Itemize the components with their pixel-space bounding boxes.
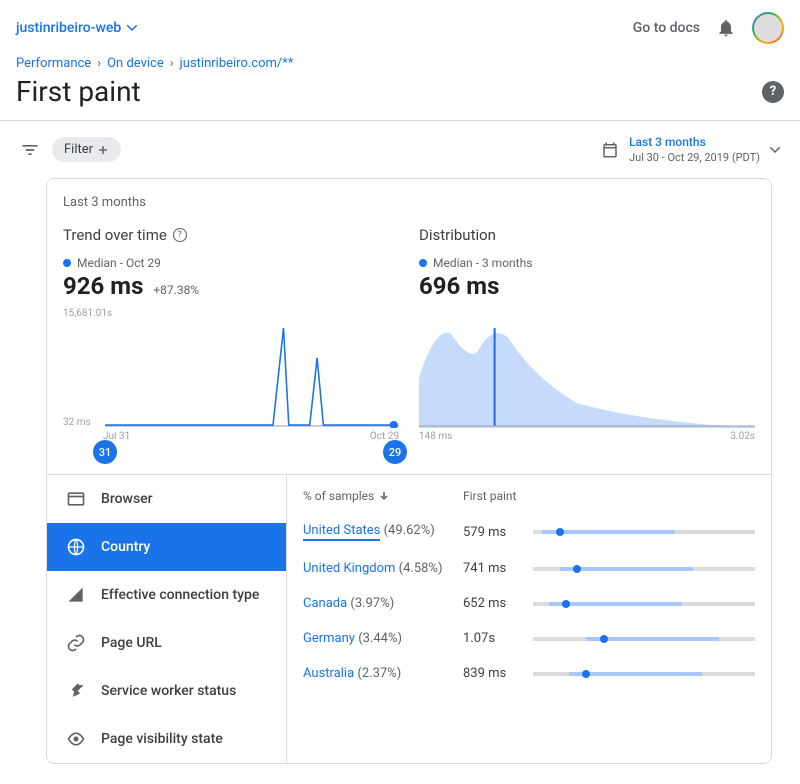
row-value: 579 ms [463, 525, 533, 540]
x-axis-label: 148 ms [419, 431, 452, 442]
dimension-label: Browser [101, 491, 153, 507]
card-period: Last 3 months [47, 179, 771, 226]
plus-icon [97, 144, 109, 156]
filter-label: Filter [64, 142, 93, 157]
bell-icon[interactable] [716, 18, 736, 38]
row-label[interactable]: Australia (2.37%) [303, 666, 463, 681]
table-row: Australia (2.37%)839 ms [287, 656, 771, 691]
country-icon [65, 537, 87, 557]
table-row: United States (49.62%)579 ms [287, 513, 771, 551]
info-icon[interactable]: ? [173, 228, 187, 242]
project-selector[interactable]: justinribeiro-web [16, 20, 137, 36]
dimension-label: Page URL [101, 635, 162, 651]
trend-sparkline [63, 308, 399, 428]
y-axis-label: 32 ms [63, 417, 91, 428]
dist-title: Distribution [419, 226, 496, 244]
legend-dot-icon [419, 259, 427, 267]
row-value: 1.07s [463, 631, 533, 646]
page-title: First paint [16, 75, 141, 108]
dimension-list: Browser Country Effective connection type P… [47, 475, 287, 763]
breadcrumb: Performance › On device › justinribeiro.… [16, 56, 784, 71]
trend-value: 926 ms [63, 272, 143, 300]
dimension-label: Effective connection type [101, 587, 259, 603]
docs-link[interactable]: Go to docs [633, 20, 700, 36]
help-icon[interactable]: ? [762, 81, 784, 103]
breadcrumb-item[interactable]: justinribeiro.com/** [180, 56, 294, 71]
calendar-icon [601, 141, 619, 159]
breadcrumb-item[interactable]: Performance [16, 56, 91, 71]
vis-icon [65, 729, 87, 749]
table-row: United Kingdom (4.58%)741 ms [287, 551, 771, 586]
row-bar [533, 637, 755, 641]
project-name: justinribeiro-web [16, 20, 121, 36]
row-value: 741 ms [463, 561, 533, 576]
date-chip[interactable]: 29 [383, 440, 407, 464]
table-row: Germany (3.44%)1.07s [287, 621, 771, 656]
dimension-vis[interactable]: Page visibility state [47, 715, 286, 763]
arrow-down-icon [378, 490, 390, 502]
caret-down-icon [127, 25, 137, 31]
dist-legend: Median - 3 months [433, 256, 532, 270]
browser-icon [65, 489, 87, 509]
sw-icon [65, 681, 87, 701]
row-bar [533, 672, 755, 676]
trend-title: Trend over time [63, 226, 167, 244]
trend-chart: Trend over time ? Median - Oct 29 926 ms… [63, 226, 399, 428]
row-bar [533, 567, 755, 571]
dimension-label: Country [101, 539, 150, 555]
col-header-paint[interactable]: First paint [463, 489, 533, 503]
date-chip[interactable]: 31 [93, 440, 117, 464]
row-label[interactable]: Germany (3.44%) [303, 631, 463, 646]
chevron-right-icon: › [170, 56, 174, 71]
filter-pill[interactable]: Filter [52, 137, 121, 162]
table-row: Canada (3.97%)652 ms [287, 586, 771, 621]
row-bar [533, 530, 755, 534]
trend-delta: +87.38% [153, 283, 199, 297]
caret-down-icon [770, 147, 780, 153]
trend-legend: Median - Oct 29 [77, 256, 161, 270]
dimension-label: Service worker status [101, 683, 236, 699]
chevron-right-icon: › [97, 56, 101, 71]
dist-value: 696 ms [419, 272, 499, 300]
col-header-samples[interactable]: % of samples [303, 489, 463, 503]
row-label[interactable]: Canada (3.97%) [303, 596, 463, 611]
dimension-url[interactable]: Page URL [47, 619, 286, 667]
distribution-chart: Distribution Median - 3 months 696 ms 14… [419, 226, 755, 428]
legend-dot-icon [63, 259, 71, 267]
metrics-card: Last 3 months Trend over time ? Median -… [46, 178, 772, 764]
dimension-ect[interactable]: Effective connection type [47, 571, 286, 619]
y-axis-label: 15,681.01s [63, 308, 112, 319]
x-axis-label: 3.02s [730, 431, 755, 442]
avatar[interactable] [752, 12, 784, 44]
dimension-label: Page visibility state [101, 731, 223, 747]
url-icon [65, 633, 87, 653]
dimension-browser[interactable]: Browser [47, 475, 286, 523]
row-value: 839 ms [463, 666, 533, 681]
dist-area [419, 308, 755, 428]
breadcrumb-item[interactable]: On device [107, 56, 164, 71]
date-range-label: Last 3 months [629, 135, 760, 149]
row-value: 652 ms [463, 596, 533, 611]
row-bar [533, 602, 755, 606]
filter-icon[interactable] [20, 140, 40, 160]
ect-icon [65, 585, 87, 605]
date-range-selector[interactable]: Last 3 months Jul 30 - Oct 29, 2019 (PDT… [601, 135, 780, 164]
dimension-sw[interactable]: Service worker status [47, 667, 286, 715]
row-label[interactable]: United States (49.62%) [303, 523, 463, 541]
row-label[interactable]: United Kingdom (4.58%) [303, 561, 463, 576]
date-range-sub: Jul 30 - Oct 29, 2019 (PDT) [629, 151, 760, 164]
dimension-country[interactable]: Country [47, 523, 286, 571]
